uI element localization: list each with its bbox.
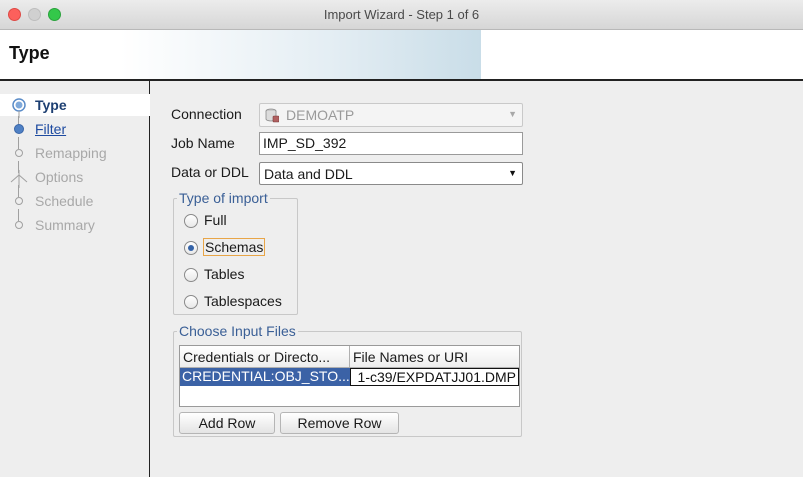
- remove-row-button[interactable]: Remove Row: [280, 412, 399, 434]
- data-or-ddl-value: Data and DDL: [264, 166, 353, 182]
- chevron-down-icon: ▼: [508, 168, 517, 178]
- header-banner: Type: [0, 30, 803, 80]
- banner-gradient: [0, 30, 481, 80]
- radio-button-selected[interactable]: [184, 241, 198, 255]
- step-label: Remapping: [35, 145, 107, 161]
- step-label: Options: [35, 169, 84, 185]
- input-files-title: Choose Input Files: [177, 323, 298, 339]
- connection-select: DEMOATP ▼: [259, 103, 523, 127]
- step-dot-icon: [15, 197, 23, 205]
- add-row-button[interactable]: Add Row: [179, 412, 275, 434]
- step-filter[interactable]: Filter: [0, 118, 150, 140]
- step-dot-icon: [14, 124, 24, 134]
- import-type-title: Type of import: [177, 190, 270, 206]
- column-header-file-names[interactable]: File Names or URI: [350, 346, 519, 368]
- step-summary: Summary: [0, 214, 150, 236]
- step-label: Filter: [35, 121, 67, 137]
- step-dot-icon: [15, 149, 23, 157]
- radio-label: Tables: [204, 266, 245, 282]
- wizard-steps-panel: Type Filter Remapping Options Schedule S…: [0, 81, 150, 477]
- job-name-input[interactable]: IMP_SD_392: [259, 132, 523, 155]
- radio-label: Full: [204, 212, 227, 228]
- step-label: Type: [35, 97, 67, 113]
- table-cell-credential[interactable]: CREDENTIAL:OBJ_STO...: [180, 368, 350, 386]
- window-title: Import Wizard - Step 1 of 6: [323, 7, 480, 22]
- column-header-credentials[interactable]: Credentials or Directo...: [180, 346, 350, 368]
- step-remapping: Remapping: [0, 142, 150, 164]
- step-label: Schedule: [35, 193, 94, 209]
- step-schedule: Schedule: [0, 190, 150, 212]
- title-bar: Import Wizard - Step 1 of 6: [0, 0, 803, 30]
- data-or-ddl-select[interactable]: Data and DDL ▼: [259, 162, 523, 185]
- chevron-down-icon: ▼: [508, 109, 517, 119]
- step-options: Options: [0, 166, 150, 188]
- step-type[interactable]: Type: [0, 94, 150, 118]
- database-icon: [265, 108, 279, 123]
- data-or-ddl-label: Data or DDL: [171, 164, 249, 180]
- radio-button[interactable]: [184, 214, 198, 228]
- connection-value: DEMOATP: [286, 107, 355, 123]
- input-files-table: Credentials or Directo... File Names or …: [179, 345, 520, 407]
- radio-label: Tablespaces: [204, 293, 282, 309]
- radio-button[interactable]: [184, 268, 198, 282]
- current-step-icon: [12, 98, 26, 118]
- job-name-label: Job Name: [171, 135, 235, 151]
- radio-button[interactable]: [184, 295, 198, 309]
- step-branch-icon: [10, 170, 28, 188]
- step-dot-icon: [15, 221, 23, 229]
- page-title: Type: [9, 43, 50, 63]
- table-cell-file-uri[interactable]: 1-c39/EXPDATJJ01.DMP: [350, 368, 519, 386]
- connection-label: Connection: [171, 106, 242, 122]
- step-label: Summary: [35, 217, 95, 233]
- radio-label: Schemas: [203, 238, 266, 256]
